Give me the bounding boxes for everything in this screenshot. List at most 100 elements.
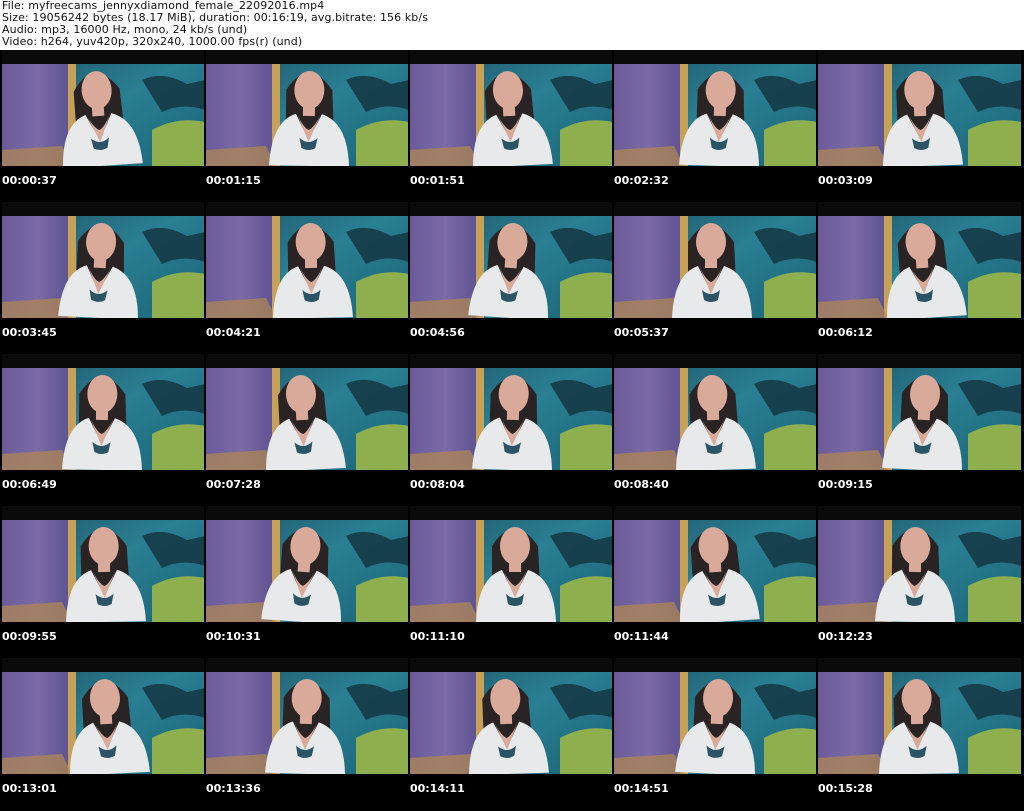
video-frame-thumbnail xyxy=(818,506,1021,622)
timestamp-label: 00:10:31 xyxy=(206,630,261,643)
video-frame-thumbnail xyxy=(2,506,205,622)
thumbnail-cell: 00:13:01 xyxy=(0,658,205,810)
frame-image xyxy=(818,50,1021,166)
frame-image xyxy=(410,50,613,166)
frame-image xyxy=(614,202,817,318)
frame-image xyxy=(614,354,817,470)
thumbnail-cell: 00:09:55 xyxy=(0,506,205,658)
timestamp-label: 00:07:28 xyxy=(206,478,261,491)
thumbnail-cell: 00:07:28 xyxy=(204,354,409,506)
frame-image xyxy=(206,354,409,470)
video-frame-thumbnail xyxy=(206,354,409,470)
timestamp-label: 00:13:36 xyxy=(206,782,261,795)
thumbnail-cell: 00:14:51 xyxy=(612,658,817,810)
frame-image xyxy=(410,658,613,774)
timestamp-label: 00:09:55 xyxy=(2,630,57,643)
thumbnail-cell: 00:09:15 xyxy=(816,354,1021,506)
video-frame-thumbnail xyxy=(2,658,205,774)
video-frame-thumbnail xyxy=(2,50,205,166)
frame-image xyxy=(206,506,409,622)
video-frame-thumbnail xyxy=(410,202,613,318)
frame-image xyxy=(2,506,205,622)
timestamp-label: 00:06:49 xyxy=(2,478,57,491)
frame-image xyxy=(614,658,817,774)
timestamp-label: 00:11:44 xyxy=(614,630,669,643)
timestamp-label: 00:04:21 xyxy=(206,326,261,339)
thumbnail-cell: 00:08:04 xyxy=(408,354,613,506)
frame-image xyxy=(2,354,205,470)
timestamp-label: 00:08:40 xyxy=(614,478,669,491)
video-frame-thumbnail xyxy=(614,506,817,622)
thumbnail-cell: 00:08:40 xyxy=(612,354,817,506)
frame-image xyxy=(818,202,1021,318)
timestamp-label: 00:02:32 xyxy=(614,174,669,187)
thumbnail-cell: 00:01:15 xyxy=(204,50,409,202)
video-frame-thumbnail xyxy=(206,50,409,166)
thumbnail-cell: 00:05:37 xyxy=(612,202,817,354)
video-frame-thumbnail xyxy=(818,354,1021,470)
timestamp-label: 00:04:56 xyxy=(410,326,465,339)
timestamp-label: 00:01:51 xyxy=(410,174,465,187)
timestamp-label: 00:12:23 xyxy=(818,630,873,643)
video-frame-thumbnail xyxy=(2,354,205,470)
timestamp-label: 00:05:37 xyxy=(614,326,669,339)
timestamp-label: 00:14:51 xyxy=(614,782,669,795)
timestamp-label: 00:08:04 xyxy=(410,478,465,491)
frame-image xyxy=(818,658,1021,774)
timestamp-label: 00:13:01 xyxy=(2,782,57,795)
video-frame-thumbnail xyxy=(410,50,613,166)
frame-image xyxy=(2,202,205,318)
thumbnail-cell: 00:06:12 xyxy=(816,202,1021,354)
thumbnail-cell: 00:15:28 xyxy=(816,658,1021,810)
video-frame-thumbnail xyxy=(818,658,1021,774)
frame-image xyxy=(818,354,1021,470)
video-frame-thumbnail xyxy=(614,658,817,774)
timestamp-label: 00:00:37 xyxy=(2,174,57,187)
timestamp-label: 00:03:45 xyxy=(2,326,57,339)
video-frame-thumbnail xyxy=(410,354,613,470)
frame-image xyxy=(410,354,613,470)
thumbnail-cell: 00:12:23 xyxy=(816,506,1021,658)
video-frame-thumbnail xyxy=(206,202,409,318)
video-frame-thumbnail xyxy=(206,506,409,622)
thumbnail-cell: 00:14:11 xyxy=(408,658,613,810)
frame-image xyxy=(2,658,205,774)
video-frame-thumbnail xyxy=(614,50,817,166)
frame-image xyxy=(614,50,817,166)
video-frame-thumbnail xyxy=(2,202,205,318)
thumbnail-cell: 00:01:51 xyxy=(408,50,613,202)
frame-image xyxy=(206,202,409,318)
frame-image xyxy=(206,50,409,166)
timestamp-label: 00:14:11 xyxy=(410,782,465,795)
timestamp-label: 00:15:28 xyxy=(818,782,873,795)
thumbnail-cell: 00:06:49 xyxy=(0,354,205,506)
video-frame-thumbnail xyxy=(818,202,1021,318)
timestamp-label: 00:11:10 xyxy=(410,630,465,643)
timestamp-label: 00:01:15 xyxy=(206,174,261,187)
frame-image xyxy=(614,506,817,622)
frame-image xyxy=(410,202,613,318)
thumbnail-cell: 00:00:37 xyxy=(0,50,205,202)
timestamp-label: 00:06:12 xyxy=(818,326,873,339)
timestamp-label: 00:09:15 xyxy=(818,478,873,491)
frame-image xyxy=(2,50,205,166)
thumbnail-cell: 00:10:31 xyxy=(204,506,409,658)
thumbnail-cell: 00:03:09 xyxy=(816,50,1021,202)
thumbnail-cell: 00:11:44 xyxy=(612,506,817,658)
video-frame-thumbnail xyxy=(818,50,1021,166)
thumbnail-cell: 00:03:45 xyxy=(0,202,205,354)
frame-image xyxy=(818,506,1021,622)
thumbnail-cell: 00:13:36 xyxy=(204,658,409,810)
video-info-line: Video: h264, yuv420p, 320x240, 1000.00 f… xyxy=(2,35,303,48)
frame-image xyxy=(410,506,613,622)
video-frame-thumbnail xyxy=(614,354,817,470)
contact-sheet-header: File: myfreecams_jennyxdiamond_female_22… xyxy=(0,0,1024,50)
video-frame-thumbnail xyxy=(410,658,613,774)
thumbnail-cell: 00:04:21 xyxy=(204,202,409,354)
thumbnail-cell: 00:11:10 xyxy=(408,506,613,658)
thumbnail-grid: 00:00:37 00:01:15 00:01:51 00:02:32 00:03:09… xyxy=(0,50,1024,811)
video-frame-thumbnail xyxy=(206,658,409,774)
timestamp-label: 00:03:09 xyxy=(818,174,873,187)
thumbnail-cell: 00:04:56 xyxy=(408,202,613,354)
thumbnail-cell: 00:02:32 xyxy=(612,50,817,202)
